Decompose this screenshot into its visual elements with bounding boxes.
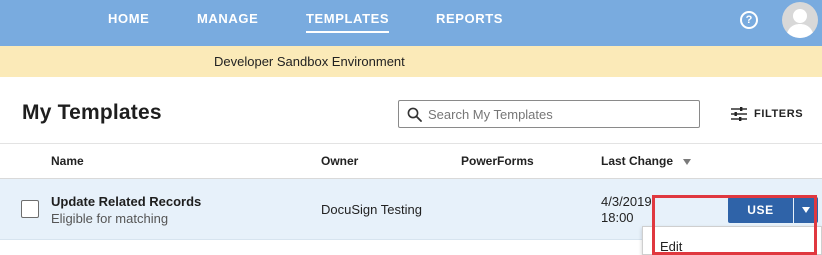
use-button[interactable]: USE <box>728 197 793 223</box>
template-name[interactable]: Update Related Records <box>51 194 201 209</box>
user-avatar-icon[interactable] <box>782 2 818 38</box>
column-header-name[interactable]: Name <box>51 154 84 168</box>
sort-down-icon[interactable] <box>683 159 691 165</box>
row-checkbox[interactable] <box>21 200 39 218</box>
last-change-date: 4/3/2019 <box>601 194 652 209</box>
template-owner: DocuSign Testing <box>321 202 422 217</box>
menu-item-edit[interactable]: Edit <box>660 239 682 254</box>
column-header-last-change[interactable]: Last Change <box>601 154 673 168</box>
nav-templates[interactable]: TEMPLATES <box>306 11 390 33</box>
top-navigation-bar: HOME MANAGE TEMPLATES REPORTS ? <box>0 0 822 46</box>
last-change-time: 18:00 <box>601 210 634 225</box>
search-input[interactable] <box>428 104 696 124</box>
environment-banner: Developer Sandbox Environment <box>0 46 822 77</box>
page-title: My Templates <box>22 101 162 124</box>
column-header-powerforms[interactable]: PowerForms <box>461 154 534 168</box>
actions-dropdown-menu: Edit <box>642 226 822 255</box>
banner-text: Developer Sandbox Environment <box>214 54 405 69</box>
search-box[interactable] <box>398 100 700 128</box>
use-options-dropdown-button[interactable] <box>794 197 818 223</box>
nav-reports[interactable]: REPORTS <box>436 11 503 26</box>
help-icon[interactable]: ? <box>740 11 758 29</box>
column-header-owner[interactable]: Owner <box>321 154 358 168</box>
filters-label: FILTERS <box>754 108 804 120</box>
nav-manage[interactable]: MANAGE <box>197 11 258 26</box>
template-subtitle: Eligible for matching <box>51 211 169 226</box>
filters-icon <box>731 107 747 121</box>
table-header: Name Owner PowerForms Last Change <box>0 143 822 179</box>
nav-home[interactable]: HOME <box>108 11 149 26</box>
search-icon <box>407 107 422 122</box>
